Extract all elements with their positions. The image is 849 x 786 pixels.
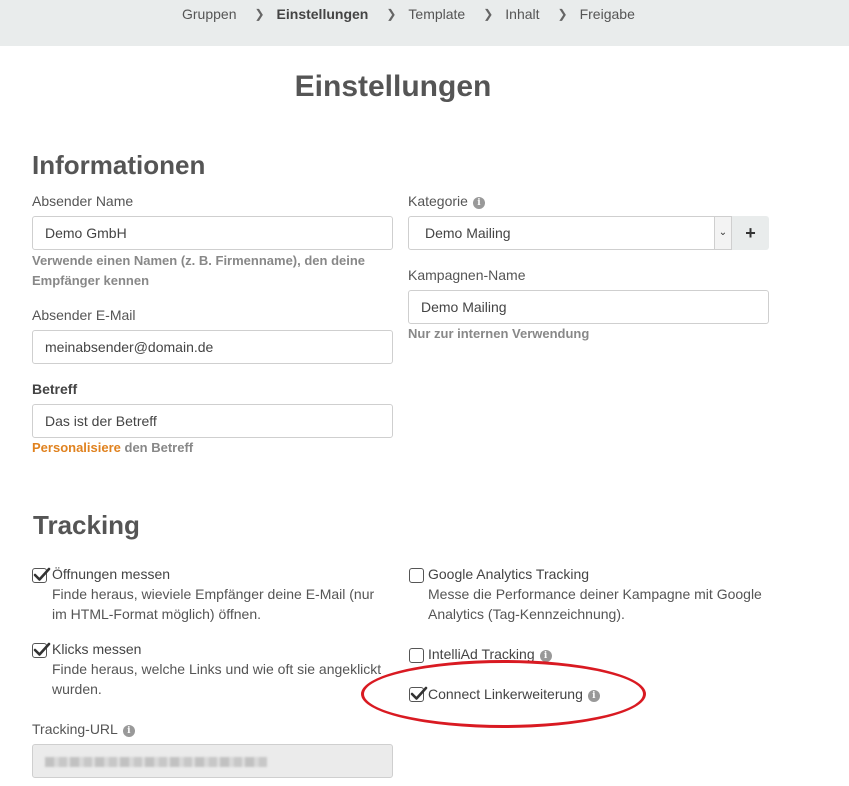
tracking-url-label-text: Tracking-URL xyxy=(32,721,118,737)
subject-label: Betreff xyxy=(32,381,78,397)
category-selected-value: Demo Mailing xyxy=(425,225,511,241)
clicks-label[interactable]: Klicks messen xyxy=(52,641,141,657)
google-desc-line-2: Analytics (Tag-Kennzeichnung). xyxy=(428,606,625,622)
section-heading-informationen: Informationen xyxy=(32,150,206,180)
page-title: Einstellungen xyxy=(294,70,492,103)
opens-desc-line-1: Finde heraus, wieviele Empfänger deine E… xyxy=(52,586,375,602)
intelliad-checkbox[interactable] xyxy=(409,648,424,663)
google-desc-line-1: Messe die Performance deiner Kampagne mi… xyxy=(428,586,762,602)
personalize-link[interactable]: Personalisiere xyxy=(32,440,121,455)
opens-desc-line-2: im HTML-Format möglich) öffnen. xyxy=(52,606,262,622)
sender-email-label: Absender E-Mail xyxy=(32,307,136,323)
section-heading-tracking: Tracking xyxy=(33,510,140,540)
top-bar: Gruppen ❯ Einstellungen ❯ Template ❯ Inh… xyxy=(0,0,849,46)
subject-input[interactable]: Das ist der Betreff xyxy=(32,404,393,438)
info-icon[interactable]: i xyxy=(539,650,552,662)
chevron-down-icon[interactable]: ⌄ xyxy=(714,217,731,249)
sender-name-label: Absender Name xyxy=(32,193,134,209)
chevron-right-icon: ❯ xyxy=(483,7,494,21)
opens-description: Finde heraus, wieviele Empfänger deine E… xyxy=(52,584,374,624)
opens-checkbox[interactable] xyxy=(32,567,51,583)
clicks-desc-line-2: wurden. xyxy=(52,681,102,697)
campaign-name-help: Nur zur internen Verwendung xyxy=(408,326,590,341)
chevron-right-icon: ❯ xyxy=(386,7,397,21)
tracking-url-input[interactable] xyxy=(32,744,393,778)
category-select[interactable]: Demo Mailing ⌄ xyxy=(408,216,732,250)
blurred-url xyxy=(45,757,267,767)
chevron-right-icon: ❯ xyxy=(254,7,265,21)
breadcrumb-freigabe[interactable]: Freigabe xyxy=(580,6,635,22)
sender-email-input[interactable]: meinabsender@domain.de xyxy=(32,330,393,364)
category-label-text: Kategorie xyxy=(408,193,468,209)
chevron-right-icon: ❯ xyxy=(557,7,568,21)
breadcrumb-gruppen[interactable]: Gruppen xyxy=(182,6,236,22)
campaign-name-input[interactable]: Demo Mailing xyxy=(408,290,769,324)
breadcrumb-template[interactable]: Template xyxy=(408,6,465,22)
clicks-checkbox[interactable] xyxy=(32,642,51,658)
sender-name-input[interactable]: Demo GmbH xyxy=(32,216,393,250)
checkmark-icon xyxy=(33,567,51,581)
google-analytics-label[interactable]: Google Analytics Tracking xyxy=(428,566,589,582)
category-select-group: Demo Mailing ⌄ + xyxy=(408,216,769,250)
breadcrumb: Gruppen ❯ Einstellungen ❯ Template ❯ Inh… xyxy=(182,6,635,22)
checkmark-icon xyxy=(33,642,51,656)
google-analytics-description: Messe die Performance deiner Kampagne mi… xyxy=(428,584,762,624)
info-icon[interactable]: i xyxy=(472,197,485,209)
info-icon[interactable]: i xyxy=(122,725,135,737)
subject-help-text: den Betreff xyxy=(120,440,194,455)
highlight-ellipse xyxy=(361,660,646,728)
category-label: Kategorie i xyxy=(408,193,485,209)
opens-label[interactable]: Öffnungen messen xyxy=(52,566,170,582)
clicks-desc-line-1: Finde heraus, welche Links und wie oft s… xyxy=(52,661,382,677)
breadcrumb-einstellungen[interactable]: Einstellungen xyxy=(277,6,369,22)
clicks-description: Finde heraus, welche Links und wie oft s… xyxy=(52,659,381,699)
add-category-button[interactable]: + xyxy=(732,216,769,250)
tracking-url-label: Tracking-URL i xyxy=(32,721,135,737)
breadcrumb-inhalt[interactable]: Inhalt xyxy=(505,6,539,22)
campaign-name-label: Kampagnen-Name xyxy=(408,267,526,283)
subject-help: Personalisiere den Betreff xyxy=(32,438,193,458)
google-analytics-checkbox[interactable] xyxy=(409,568,424,583)
sender-name-help: Verwende einen Namen (z. B. Firmenname),… xyxy=(32,253,366,288)
